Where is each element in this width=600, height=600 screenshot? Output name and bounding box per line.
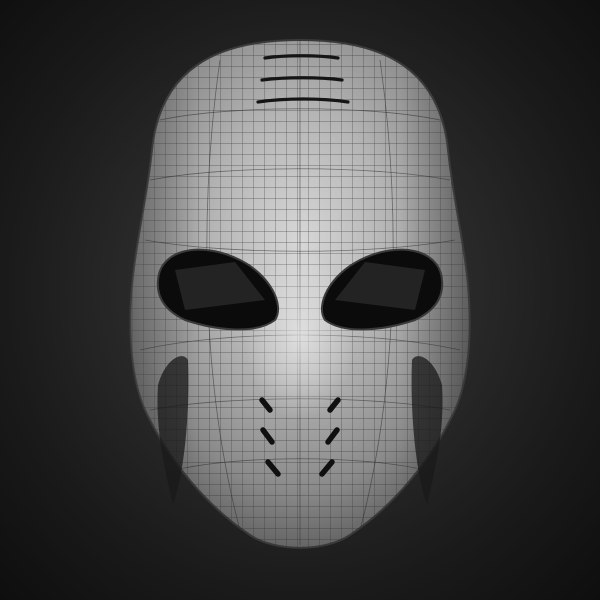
left-cheek-vent <box>157 356 189 505</box>
right-cheek-vent <box>411 356 443 505</box>
viewport <box>0 0 600 600</box>
mask-render <box>129 38 471 549</box>
